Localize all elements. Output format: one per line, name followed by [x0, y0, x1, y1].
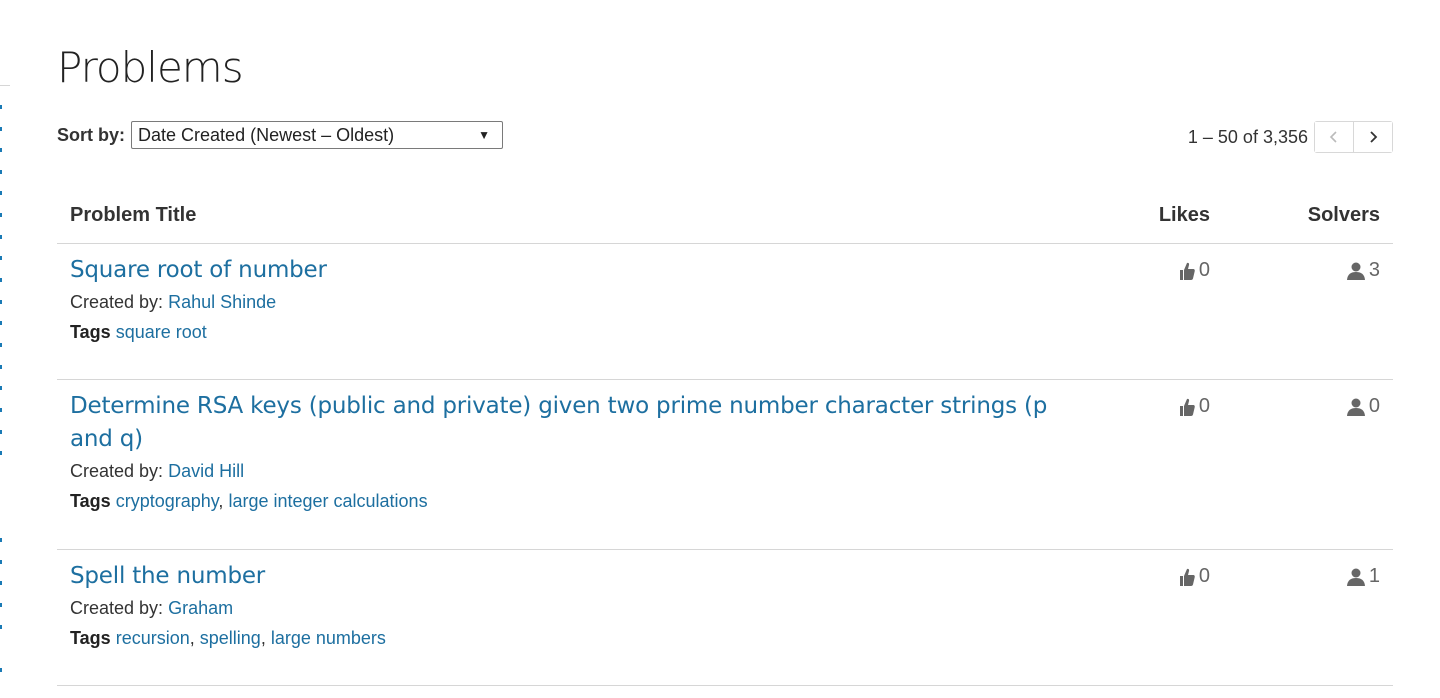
problem-title-link[interactable]: Spell the number — [70, 560, 1050, 593]
page-title: Problems — [57, 43, 244, 92]
column-header-title[interactable]: Problem Title — [70, 204, 196, 227]
created-by-line: Created by: David Hill — [70, 456, 1050, 486]
created-by-line: Created by: Rahul Shinde — [70, 287, 1050, 317]
solvers-value: 3 — [1368, 259, 1380, 281]
problem-info: Square root of number Created by: Rahul … — [70, 254, 1050, 347]
next-page-button[interactable] — [1353, 122, 1392, 152]
chevron-right-icon — [1370, 131, 1378, 143]
author-link[interactable]: David Hill — [168, 461, 244, 481]
solvers-value: 1 — [1368, 565, 1380, 587]
tag-link[interactable]: cryptography — [116, 491, 219, 511]
author-link[interactable]: Rahul Shinde — [168, 292, 276, 312]
sort-control: Sort by: Date Created (Newest – Oldest) … — [57, 121, 504, 149]
tag-link[interactable]: recursion — [116, 628, 190, 648]
tag-link[interactable]: spelling — [200, 628, 261, 648]
solvers-count: 3 — [1346, 259, 1380, 282]
solvers-value: 0 — [1368, 395, 1380, 417]
problem-title-link[interactable]: Square root of number — [70, 254, 1050, 287]
person-icon — [1346, 262, 1365, 280]
column-header-likes[interactable]: Likes — [1159, 204, 1210, 227]
created-by-label: Created by: — [70, 292, 164, 312]
tag-link[interactable]: square root — [116, 322, 207, 342]
tags-label: Tags — [70, 322, 111, 342]
likes-value: 0 — [1198, 259, 1210, 281]
sort-label: Sort by: — [57, 124, 126, 145]
created-by-label: Created by: — [70, 461, 164, 481]
table-header: Problem Title Likes Solvers — [57, 196, 1393, 244]
tag-link[interactable]: large integer calculations — [228, 491, 427, 511]
caret-down-icon: ▼ — [478, 128, 491, 142]
sort-selected-value: Date Created (Newest – Oldest) — [138, 125, 395, 145]
problem-info: Determine RSA keys (public and private) … — [70, 390, 1050, 516]
tag-separator: , — [260, 628, 266, 648]
tags-line: Tags square root — [70, 317, 1050, 347]
table-row: Determine RSA keys (public and private) … — [57, 380, 1393, 550]
pagination-buttons — [1314, 121, 1393, 153]
pagination-range: 1 – 50 of 3,356 — [1187, 126, 1308, 147]
left-sidebar-edge — [0, 85, 10, 698]
previous-page-button[interactable] — [1315, 122, 1353, 152]
likes-count: 0 — [1178, 395, 1210, 418]
tags-line: Tags recursion, spelling, large numbers — [70, 623, 1050, 653]
problem-title-link[interactable]: Determine RSA keys (public and private) … — [70, 390, 1050, 456]
tag-separator: , — [218, 491, 224, 511]
likes-value: 0 — [1198, 565, 1210, 587]
solvers-count: 1 — [1346, 565, 1380, 588]
tags-line: Tags cryptography, large integer calcula… — [70, 486, 1050, 516]
thumbs-up-icon — [1179, 262, 1195, 280]
solvers-count: 0 — [1346, 395, 1380, 418]
likes-value: 0 — [1198, 395, 1210, 417]
tags-label: Tags — [70, 628, 111, 648]
created-by-label: Created by: — [70, 598, 164, 618]
person-icon — [1346, 398, 1365, 416]
sidebar-divider — [0, 85, 10, 86]
table-row: Square root of number Created by: Rahul … — [57, 244, 1393, 380]
problems-table: Problem Title Likes Solvers Square root … — [57, 196, 1393, 686]
chevron-left-icon — [1329, 131, 1337, 143]
created-by-line: Created by: Graham — [70, 593, 1050, 623]
thumbs-up-icon — [1179, 568, 1195, 586]
table-row: Spell the number Created by: Graham Tags… — [57, 550, 1393, 686]
person-icon — [1346, 568, 1365, 586]
tag-separator: , — [189, 628, 195, 648]
column-header-solvers[interactable]: Solvers — [1308, 204, 1380, 227]
pagination: 1 – 50 of 3,356 — [1188, 121, 1393, 153]
sort-select[interactable]: Date Created (Newest – Oldest) ▼ — [131, 121, 504, 149]
tag-link[interactable]: large numbers — [271, 628, 386, 648]
likes-count: 0 — [1178, 259, 1210, 282]
thumbs-up-icon — [1179, 398, 1195, 416]
tags-label: Tags — [70, 491, 111, 511]
problem-info: Spell the number Created by: Graham Tags… — [70, 560, 1050, 653]
author-link[interactable]: Graham — [168, 598, 233, 618]
likes-count: 0 — [1178, 565, 1210, 588]
